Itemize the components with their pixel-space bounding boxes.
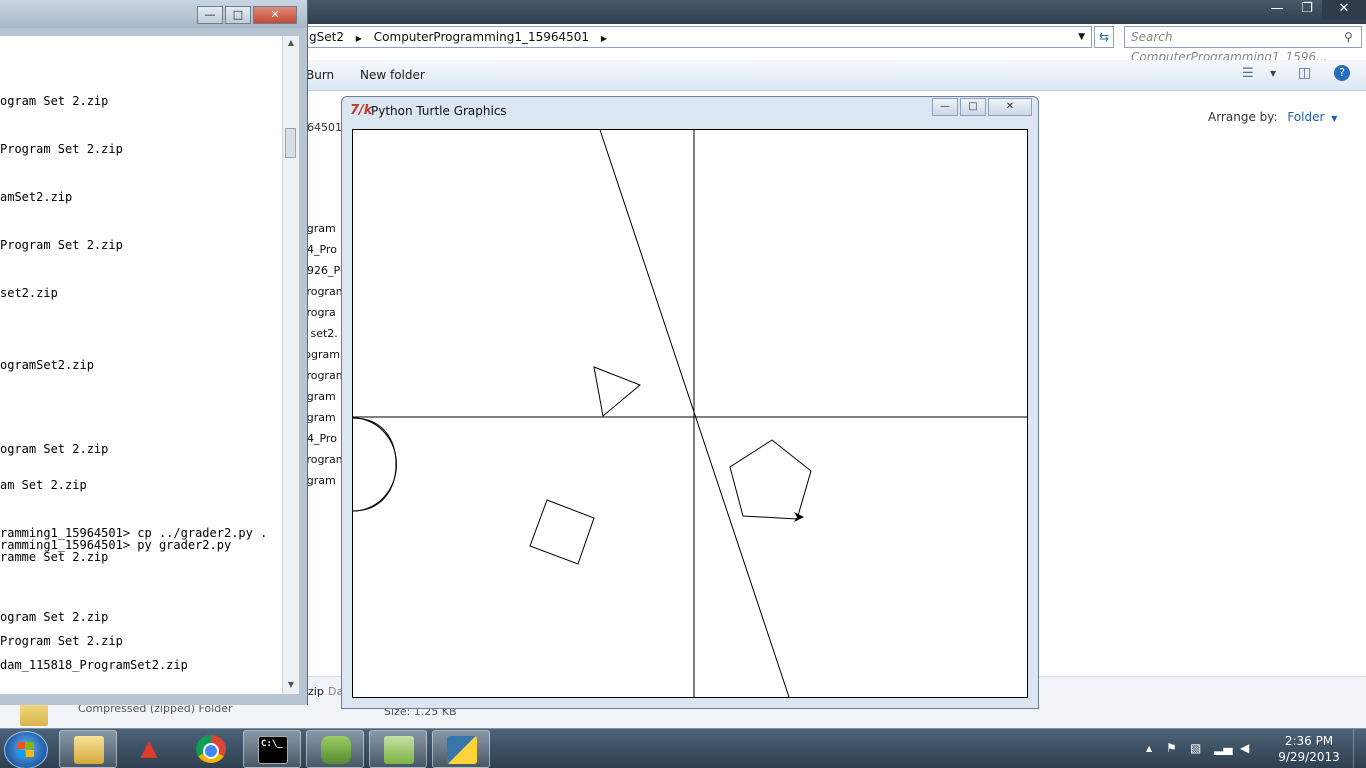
explorer-titlebar [300,0,1366,24]
taskbar-explorer[interactable] [59,730,117,768]
tk-feather-icon: 7/k [350,103,373,118]
preview-pane-icon[interactable]: ◫ [1298,65,1311,81]
taskbar-autocad[interactable]: ▲ [120,730,178,768]
autocad-icon: ▲ [140,736,158,761]
console-window: — □ ✕ ogram Set 2.zip Program Set 2.zip am… [0,0,308,705]
system-tray: ▲ ⚑ ▧ ▂▄ ◀ 2:36 PM 9/29/2013 [1146,729,1366,768]
semicircle-shape [352,417,397,512]
idle-icon [321,736,351,764]
scroll-down-icon[interactable]: ▼ [283,680,299,689]
close-icon[interactable]: ✕ [1322,0,1366,20]
notepad-icon [384,736,414,764]
arrange-dropdown[interactable]: Folder [1287,110,1324,124]
console-line: Program Set 2.zip [0,142,123,156]
console-line: dam_115818_ProgramSet2.zip [0,658,188,672]
device-icon[interactable]: ▧ [1190,741,1201,755]
command-prompt-icon: C:\_ [258,736,288,764]
clock-time: 2:36 PM [1284,734,1334,748]
console-line: ogram Set 2.zip [0,94,109,108]
windows-logo-icon [17,742,35,758]
triangle-shape [593,366,641,417]
taskbar-command-prompt[interactable]: C:\_ [243,730,301,768]
half-circle-shape [352,417,397,512]
console-output[interactable]: ogram Set 2.zip Program Set 2.zip amSet2.z… [0,36,282,694]
start-button[interactable] [4,731,48,768]
command-bar: Burn New folder ☰ ▼ ◫ ? [300,60,1366,91]
show-hidden-icons-icon[interactable]: ▲ [1146,744,1152,753]
burn-button[interactable]: Burn [306,68,334,82]
chrome-icon [196,735,226,763]
view-options-icon[interactable]: ☰ [1242,66,1254,81]
explorer-caption-buttons: — ❐ ✕ [1262,0,1366,20]
scrollbar-thumb[interactable] [285,128,296,158]
scroll-up-icon[interactable]: ▲ [283,38,299,47]
console-line: am Set 2.zip [0,478,87,492]
taskbar-python-idle[interactable] [306,730,364,768]
help-icon[interactable]: ? [1334,65,1350,81]
address-dropdown-icon[interactable]: ▼ [1078,27,1085,47]
turtle-graphics-window: 7/k Python Turtle Graphics — □ ✕ [341,96,1039,709]
python-icon [447,736,477,764]
turtle-titlebar: 7/k Python Turtle Graphics — □ ✕ [342,97,1038,127]
taskbar-python[interactable] [432,730,490,768]
pentagon-shape [729,439,812,520]
arrange-by: Arrange by: Folder ▼ [1208,110,1337,124]
search-icon[interactable]: ⚲ [1344,30,1353,44]
breadcrumb-arrow-icon[interactable]: ▶ [356,29,362,49]
clock-date: 9/29/2013 [1278,750,1340,764]
action-center-flag-icon[interactable]: ⚑ [1166,741,1177,755]
console-scrollbar[interactable]: ▲ ▼ [282,36,299,694]
taskbar-chrome[interactable] [182,730,240,768]
console-line: Program Set 2.zip [0,238,123,252]
restore-icon[interactable]: ❐ [1292,0,1322,20]
chevron-down-icon[interactable]: ▼ [1331,114,1337,123]
console-titlebar: — □ ✕ [0,0,307,28]
turtle-canvas[interactable] [352,129,1028,698]
console-line: set2.zip [0,286,58,300]
search-input[interactable]: Search ComputerProgramming1_1596... [1124,26,1362,64]
folder-icon [74,736,104,764]
file-name-fragment: zip [308,685,324,698]
volume-icon[interactable]: ◀ [1240,741,1249,755]
breadcrumb-arrow-icon[interactable]: ▶ [601,29,607,49]
breadcrumb-segment[interactable]: ComputerProgramming1_15964501 [374,27,589,47]
chevron-down-icon[interactable]: ▼ [1270,69,1276,78]
maximize-icon[interactable]: □ [225,6,251,24]
window-title: Python Turtle Graphics [371,104,507,118]
console-line: ramme Set 2.zip [0,550,109,564]
console-line: ogram Set 2.zip [0,442,109,456]
clock[interactable]: 2:36 PM 9/29/2013 [1274,733,1344,765]
square-shape [529,499,595,565]
console-line: Program Set 2.zip [0,634,123,648]
arrange-label: Arrange by: [1208,110,1278,124]
console-line: ogram Set 2.zip [0,610,109,624]
console-line: amSet2.zip [0,190,73,204]
show-desktop-button[interactable] [1353,729,1366,768]
taskbar: ▲ C:\_ ▲ ⚑ ▧ ▂▄ ◀ 2:36 PM 9/29/2013 [0,728,1366,768]
network-signal-icon[interactable]: ▂▄ [1214,741,1232,755]
minimize-icon[interactable]: — [197,6,223,24]
turtle-drawing [352,129,1027,698]
maximize-icon[interactable]: □ [960,98,986,116]
new-folder-button[interactable]: New folder [360,68,425,82]
breadcrumb-segment[interactable]: gSet2 [309,27,344,47]
minimize-icon[interactable]: — [1262,0,1292,20]
taskbar-notepad[interactable] [369,730,427,768]
console-line: ogramSet2.zip [0,358,94,372]
close-icon[interactable]: ✕ [988,98,1032,116]
address-bar[interactable]: gSet2 ▶ ComputerProgramming1_15964501 ▶ … [300,26,1092,48]
close-icon[interactable]: ✕ [253,6,297,24]
minimize-icon[interactable]: — [932,98,958,116]
refresh-icon[interactable]: ⇆ [1094,26,1114,48]
